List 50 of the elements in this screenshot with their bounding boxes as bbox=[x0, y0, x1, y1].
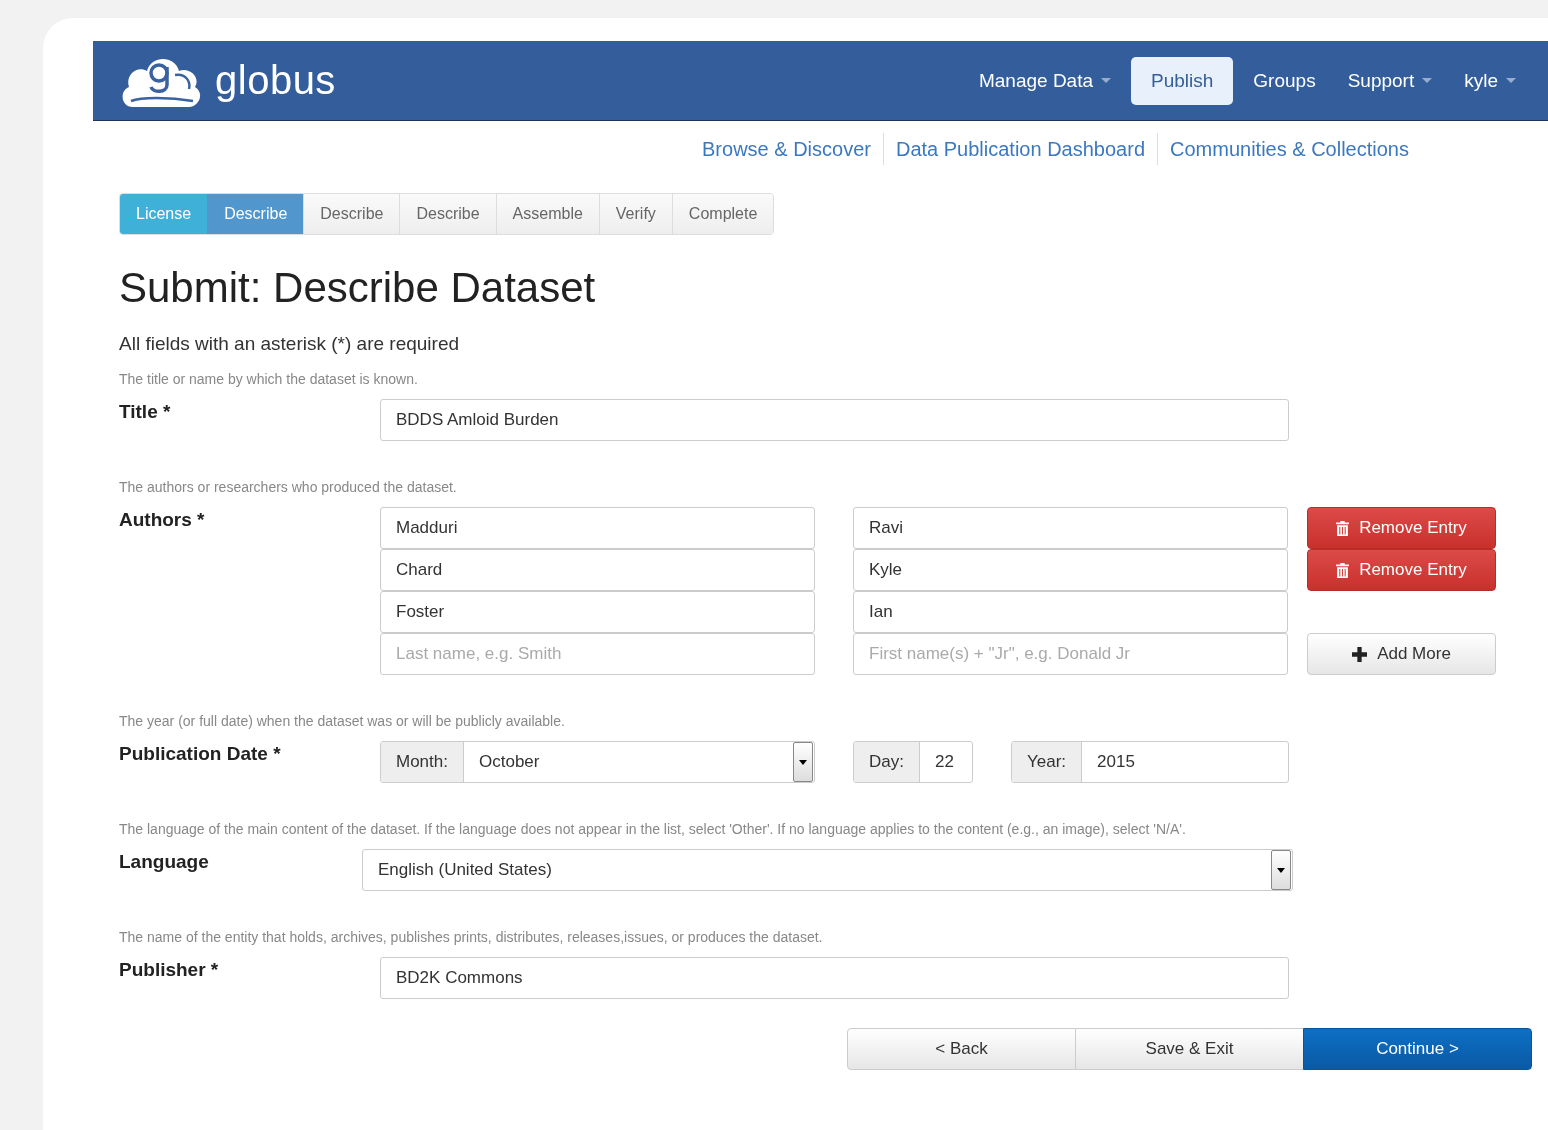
field-label: Title * bbox=[119, 400, 172, 424]
text-field[interactable]: BD2K Commons bbox=[380, 957, 1289, 1000]
step-tab[interactable]: Verify bbox=[598, 194, 672, 234]
field-hint: The name of the entity that holds, archives, publishes prints, distributes, releases,issues, or produces the dataset. bbox=[119, 929, 824, 946]
last-name-field[interactable]: Foster bbox=[380, 591, 815, 634]
required-note: All fields with an asterisk (*) are required bbox=[119, 333, 461, 356]
first-name-field[interactable]: Kyle bbox=[853, 549, 1288, 592]
add-more-button[interactable]: Add More bbox=[1307, 633, 1496, 676]
remove-entry-button[interactable]: Remove Entry bbox=[1307, 507, 1496, 550]
field-label: Publication Date * bbox=[119, 742, 282, 766]
sub-navigation-link[interactable]: Data Publication Dashboard bbox=[883, 137, 1157, 161]
caret-icon bbox=[1506, 78, 1516, 83]
last-name-field[interactable]: Madduri bbox=[380, 507, 815, 550]
footer-button[interactable]: Save & Exit bbox=[1075, 1028, 1304, 1071]
field-hint: The authors or researchers who produced the dataset. bbox=[119, 479, 458, 496]
nav-item[interactable]: Groups bbox=[1241, 56, 1328, 105]
field-hint: The language of the main content of the dataset. If the language does not appear in the list, select 'Other'. If no language applies to the content (e.g., an image), select 'N/A'. bbox=[119, 821, 1187, 838]
month-dropdown[interactable]: Month: October bbox=[380, 741, 815, 784]
field-label: Authors * bbox=[119, 508, 206, 532]
trash-icon bbox=[1336, 520, 1350, 536]
language-dropdown[interactable]: English (United States) bbox=[362, 849, 1293, 892]
step-tab[interactable]: Describe bbox=[303, 194, 400, 234]
remove-entry-button[interactable]: Remove Entry bbox=[1307, 549, 1496, 592]
sub-navigation-link[interactable]: Communities & Collections bbox=[1158, 137, 1421, 161]
trash-icon bbox=[1336, 562, 1350, 578]
page-heading: Submit: Describe Dataset bbox=[119, 265, 597, 312]
first-name-field[interactable]: Ian bbox=[853, 591, 1288, 634]
caret-icon bbox=[1422, 78, 1433, 83]
nav-item[interactable]: kyle bbox=[1452, 56, 1528, 105]
field-label: Language bbox=[119, 850, 210, 874]
field-label: Publisher * bbox=[119, 958, 220, 982]
brand-name[interactable]: globus bbox=[215, 58, 336, 103]
year-field[interactable]: Year: 2015 bbox=[1011, 741, 1289, 784]
nav-item[interactable]: Publish bbox=[1131, 56, 1234, 105]
footer-button[interactable]: Continue > bbox=[1303, 1028, 1532, 1071]
step-tab[interactable]: Complete bbox=[671, 194, 774, 234]
day-field[interactable]: Day: 22 bbox=[853, 741, 973, 784]
footer-button[interactable]: < Back bbox=[847, 1028, 1076, 1071]
text-field[interactable]: BDDS Amloid Burden bbox=[380, 399, 1289, 442]
last-name-field[interactable]: Chard bbox=[380, 549, 815, 592]
sub-navigation-link[interactable]: Browse & Discover bbox=[690, 137, 883, 161]
nav-item[interactable]: Support bbox=[1335, 56, 1445, 105]
field-hint: The year (or full date) when the dataset was or will be publicly available. bbox=[119, 713, 566, 730]
nav-item[interactable]: Manage Data bbox=[966, 56, 1123, 105]
caret-icon bbox=[1101, 78, 1111, 83]
step-tab[interactable]: Assemble bbox=[495, 194, 599, 234]
plus-icon bbox=[1352, 646, 1368, 662]
first-name-field[interactable]: Ravi bbox=[853, 507, 1288, 550]
step-tab[interactable]: Describe bbox=[399, 194, 496, 234]
field-hint: The title or name by which the dataset is known. bbox=[119, 371, 419, 388]
